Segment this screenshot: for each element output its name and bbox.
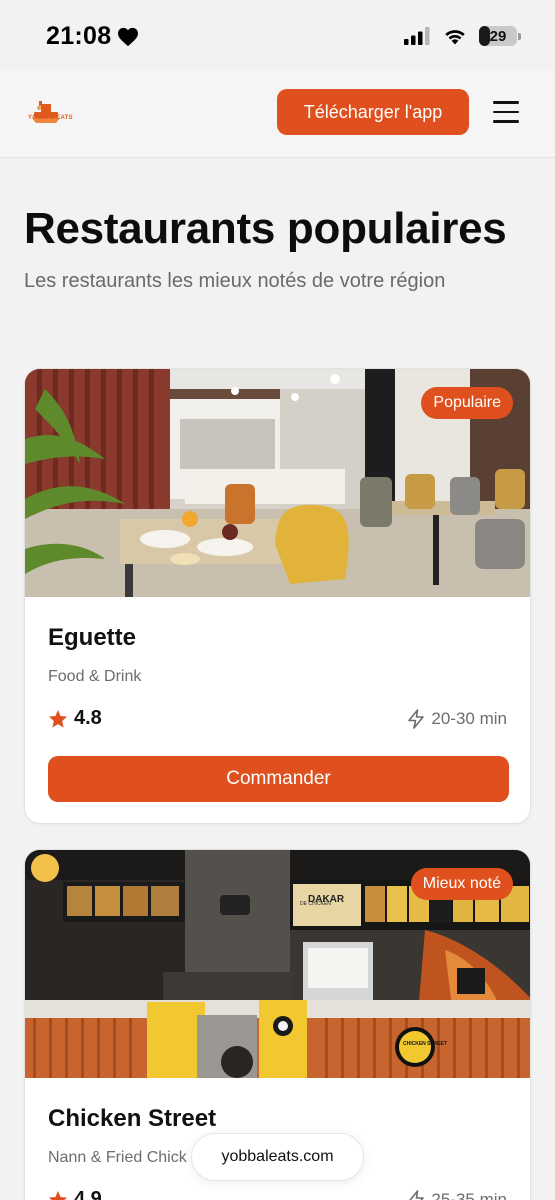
yobbal-eats-logo[interactable] — [30, 98, 62, 126]
restaurant-name[interactable]: Eguette — [48, 624, 136, 652]
logo-text: YOBBAL EATS — [28, 115, 73, 121]
menu-line — [493, 101, 519, 104]
hamburger-menu-icon[interactable] — [493, 101, 519, 123]
site-header: YOBBAL EATS Télécharger l'app — [0, 70, 555, 158]
wifi-icon — [445, 30, 465, 45]
rating: 4.8 — [48, 707, 102, 730]
url-bar[interactable]: yobbaleats.com — [191, 1133, 364, 1181]
menu-line — [493, 110, 519, 114]
restaurant-photo[interactable]: DE CHICKEN DAKAR CHICKEN STREET Mieux no… — [25, 850, 530, 1078]
battery-icon: 29 — [479, 26, 521, 46]
heart-icon — [118, 27, 139, 46]
lightning-icon — [408, 709, 425, 729]
signal-icon — [404, 27, 430, 45]
delivery-time-text: 20-30 min — [431, 709, 507, 728]
status-bar: 21:08 29 — [0, 0, 555, 70]
page-subtitle: Les restaurants les mieux notés de votre… — [24, 270, 446, 292]
status-time: 21:08 — [46, 22, 139, 51]
battery-level: 29 — [489, 27, 507, 45]
delivery-time: 25-35 min — [407, 1190, 507, 1200]
delivery-time-text: 25-35 min — [431, 1190, 507, 1200]
restaurant-category: Food & Drink — [48, 668, 142, 685]
status-time-text: 21:08 — [46, 22, 112, 50]
sign-dakar-text: DAKAR — [308, 894, 345, 905]
status-badge: Mieux noté — [410, 868, 513, 900]
download-app-button[interactable]: Télécharger l'app — [277, 89, 469, 135]
menu-line — [493, 120, 519, 123]
restaurant-photo[interactable]: Populaire — [25, 369, 530, 597]
restaurant-category: Nann & Fried Chick — [48, 1149, 187, 1166]
rating: 4.9 — [48, 1188, 102, 1200]
page-title: Restaurants populaires — [24, 204, 507, 253]
counter-logo-text: CHICKEN STREET — [403, 1041, 447, 1047]
delivery-time: 20-30 min — [407, 709, 507, 729]
status-badge: Populaire — [421, 387, 513, 419]
restaurant-card[interactable]: Populaire Eguette Food & Drink 4.8 20-30… — [24, 368, 531, 824]
star-icon — [48, 709, 68, 728]
card-body: Eguette Food & Drink 4.8 20-30 min Comma… — [25, 597, 530, 823]
status-icons: 29 — [404, 26, 521, 46]
rating-value: 4.9 — [74, 1188, 102, 1200]
order-button[interactable]: Commander — [48, 756, 509, 802]
lightning-icon — [409, 1190, 425, 1200]
star-icon — [48, 1190, 68, 1200]
rating-value: 4.8 — [74, 707, 102, 729]
restaurant-name[interactable]: Chicken Street — [48, 1105, 216, 1133]
